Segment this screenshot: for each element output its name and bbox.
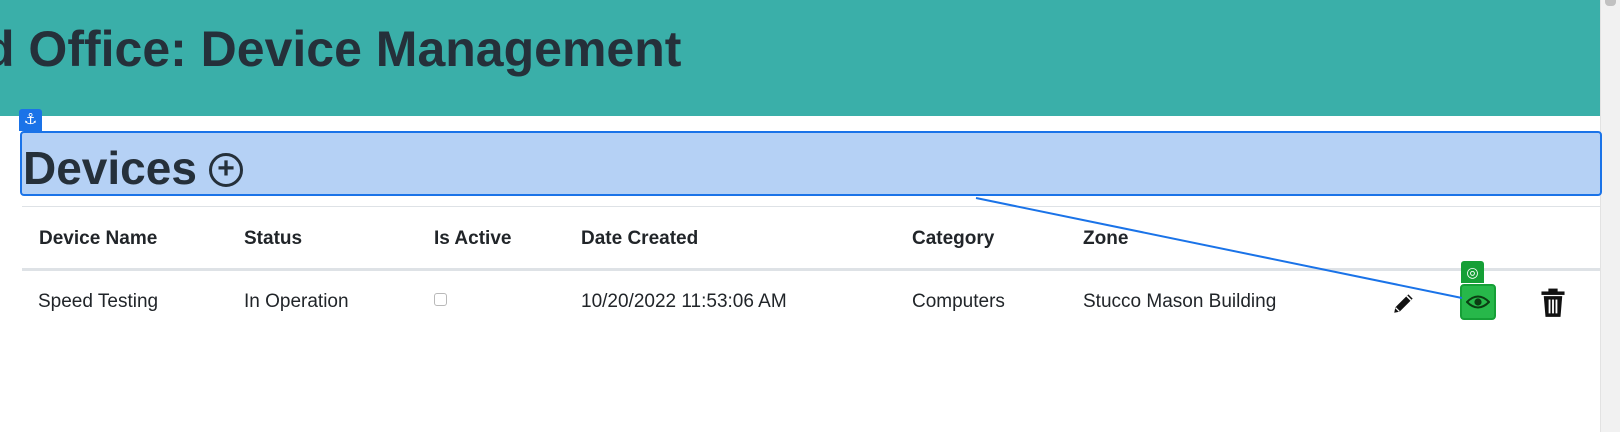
page-header: d Office: Device Management — [0, 0, 1600, 116]
pencil-icon[interactable] — [1391, 290, 1417, 316]
is-active-checkbox[interactable] — [434, 293, 447, 306]
column-header-category[interactable]: Category — [912, 228, 994, 250]
view-button[interactable] — [1460, 284, 1496, 320]
cell-status: In Operation — [244, 291, 349, 312]
table-header-border — [22, 268, 1600, 271]
vertical-scrollbar[interactable] — [1600, 0, 1620, 432]
column-header-zone[interactable]: Zone — [1083, 228, 1128, 250]
eye-icon — [1466, 295, 1490, 309]
divider — [22, 206, 1600, 207]
devices-section-highlight — [20, 131, 1602, 196]
page-title: d Office: Device Management — [0, 21, 682, 77]
trash-icon[interactable] — [1539, 288, 1567, 318]
plus-circle-icon[interactable]: + — [209, 153, 243, 187]
target-icon: ◎ — [1461, 261, 1484, 283]
anchor-icon: ⚓ — [19, 109, 42, 131]
scrollbar-thumb[interactable] — [1605, 0, 1616, 6]
cell-zone: Stucco Mason Building — [1083, 291, 1277, 312]
column-header-status[interactable]: Status — [244, 228, 302, 250]
section-title: Devices — [23, 142, 197, 194]
column-header-date-created[interactable]: Date Created — [581, 228, 698, 250]
cell-category: Computers — [912, 291, 1005, 312]
column-header-device-name[interactable]: Device Name — [39, 228, 157, 250]
cell-date-created: 10/20/2022 11:53:06 AM — [581, 291, 787, 312]
column-header-is-active[interactable]: Is Active — [434, 228, 511, 250]
cell-device-name: Speed Testing — [38, 291, 159, 312]
